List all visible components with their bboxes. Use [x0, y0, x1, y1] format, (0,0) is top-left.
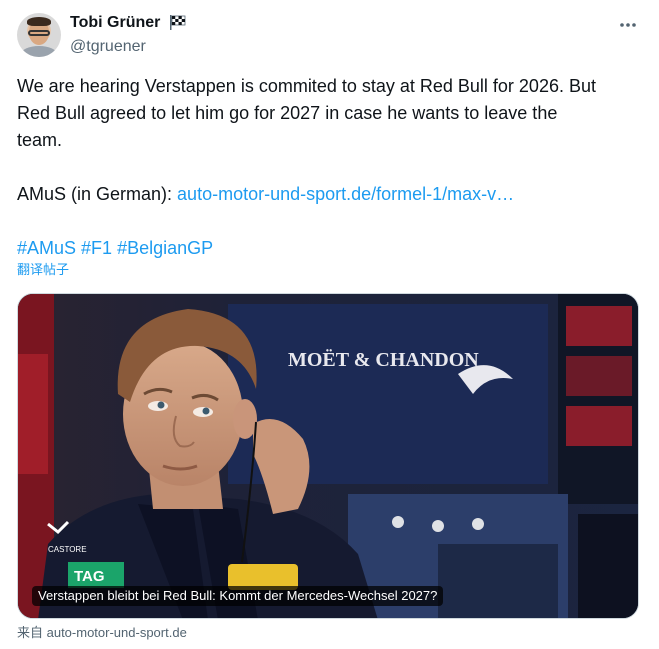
card-caption: Verstappen bleibt bei Red Bull: Kommt de… — [32, 586, 444, 606]
source-link[interactable]: auto-motor-und-sport.de/formel-1/max-v… — [177, 184, 514, 204]
tweet: Tobi Grüner @tgruener We are hearing Ver… — [0, 0, 659, 649]
jacket-sponsor-text: CASTORE — [48, 545, 87, 554]
tweet-line: We are hearing Verstappen is commited to… — [17, 76, 596, 96]
author-avatar[interactable] — [17, 13, 61, 57]
hashtag-link[interactable]: #AMuS — [17, 238, 76, 258]
source-prefix: AMuS (in German): — [17, 184, 178, 204]
card-photo: MOËT & CHANDON TAG CASTORE — [18, 294, 638, 618]
author-handle[interactable]: @tgruener — [70, 37, 146, 57]
link-preview-card[interactable]: MOËT & CHANDON TAG CASTORE Verstappen bl… — [17, 293, 639, 619]
tweet-text: We are hearing Verstappen is commited to… — [17, 73, 642, 262]
jacket-tag-text: TAG — [74, 568, 105, 585]
card-source[interactable]: 来自 auto-motor-und-sport.de — [17, 625, 187, 641]
hashtag-link[interactable]: #BelgianGP — [117, 238, 213, 258]
hashtag-link[interactable]: #F1 — [81, 238, 112, 258]
source-line: AMuS (in German): auto-motor-und-sport.d… — [17, 181, 642, 208]
hashtags: #AMuS #F1 #BelgianGP — [17, 235, 642, 262]
author-display-name[interactable]: Tobi Grüner — [70, 13, 160, 33]
more-dots-icon[interactable] — [617, 14, 639, 36]
tweet-line: team. — [17, 130, 63, 150]
backdrop-text: MOËT & CHANDON — [288, 348, 479, 371]
translate-post-link[interactable]: 翻译帖子 — [17, 262, 69, 278]
tweet-line: Red Bull agreed to let him go for 2027 i… — [17, 103, 558, 123]
checkered-flag-icon — [169, 15, 186, 30]
